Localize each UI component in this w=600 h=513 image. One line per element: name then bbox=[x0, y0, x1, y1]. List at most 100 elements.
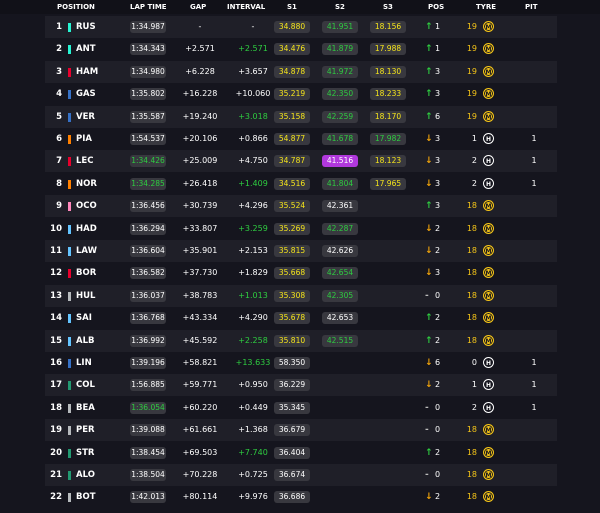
header-tyre[interactable]: TYRE bbox=[476, 3, 496, 11]
driver-code[interactable]: HAD bbox=[76, 218, 97, 240]
tyre-age: 18 bbox=[466, 447, 477, 457]
driver-code[interactable]: BEA bbox=[76, 397, 95, 419]
position-number: 9 bbox=[56, 201, 62, 212]
header-lap-time[interactable]: LAP TIME bbox=[130, 3, 167, 11]
table-row[interactable]: 11 LAW 1:36.604 +35.901 +2.153 35.815 42.626 ↓ 2… bbox=[45, 240, 557, 262]
table-row[interactable]: 3 HAM 1:34.980 +6.228 +3.657 34.878 41.972 18.1… bbox=[45, 60, 557, 83]
tyre-compound-icon: M bbox=[483, 245, 494, 256]
sector-time: 35.308 bbox=[274, 289, 310, 302]
position-change: 3 bbox=[435, 268, 441, 278]
gap-value: +30.739 bbox=[182, 201, 218, 211]
lap-time: 1:34.980 bbox=[130, 65, 166, 78]
driver-code[interactable]: COL bbox=[76, 374, 95, 396]
interval-value: +2.571 bbox=[238, 44, 268, 54]
sector-time: 42.350 bbox=[322, 88, 358, 101]
driver-code[interactable]: LAW bbox=[76, 240, 97, 262]
table-row[interactable]: 5 VER 1:35.587 +19.240 +3.018 35.158 42.259 18.… bbox=[45, 105, 557, 128]
table-row[interactable]: 19 PER 1:39.088 +61.661 +1.368 36.679 -0 18 M bbox=[45, 419, 557, 442]
driver-code[interactable]: BOT bbox=[76, 486, 96, 508]
header-interval[interactable]: INTERVAL bbox=[227, 3, 265, 11]
driver-code[interactable]: RUS bbox=[76, 16, 96, 38]
interval-value: +4.290 bbox=[238, 313, 268, 323]
header-s3[interactable]: S3 bbox=[383, 3, 393, 11]
table-row[interactable]: 15 ALB 1:36.992 +45.592 +2.258 35.810 42.515 ↑ 2… bbox=[45, 329, 557, 352]
sector-time: 18.156 bbox=[370, 21, 406, 33]
table-row[interactable]: 18 BEA 1:36.054 +60.220 +0.449 35.345 -0 2 H 1 bbox=[45, 396, 557, 419]
tyre-age: 18 bbox=[466, 201, 477, 211]
sector-time: 17.965 bbox=[370, 177, 406, 190]
table-row[interactable]: 1 RUS 1:34.987- -34.880 41.951 18.156 ↑ 1 19 M bbox=[45, 16, 557, 38]
driver-code[interactable]: HUL bbox=[76, 285, 95, 307]
sector-time: 54.877 bbox=[274, 133, 310, 145]
gap-value: +19.240 bbox=[182, 111, 218, 121]
sector-time: 35.810 bbox=[274, 334, 310, 347]
position-change: 2 bbox=[435, 246, 441, 255]
tyre-age: 2 bbox=[471, 402, 477, 412]
table-row[interactable]: 7 LEC 1:34.426 +25.009 +4.750 34.787 41.516 18.… bbox=[45, 150, 557, 173]
position-number: 19 bbox=[50, 425, 62, 436]
driver-code[interactable]: PER bbox=[76, 419, 95, 441]
table-row[interactable]: 22 BOT 1:42.013 +80.114 +9.976 36.686 ↓ 2 18 M bbox=[45, 486, 557, 509]
sector-time: 41.678 bbox=[322, 133, 358, 145]
table-row[interactable]: 17 COL 1:56.885 +59.771 +0.950 36.229 ↓ 2 1 H 1 bbox=[45, 374, 557, 397]
table-row[interactable]: 6 PIA 1:54.537 +20.106 +0.866 54.877 41.678 17.… bbox=[45, 128, 557, 150]
table-row[interactable]: 20 STR 1:38.454 +69.503 +7.740 36.404 ↑ 2 18 M bbox=[45, 441, 557, 464]
table-row[interactable]: 8 NOR 1:34.285 +26.418 +1.409 34.516 41.804 17.… bbox=[45, 172, 557, 195]
team-color-bar bbox=[68, 23, 71, 32]
table-row[interactable]: 14 SAI 1:36.768 +43.334 +4.290 35.678 42.653 ↑ 2… bbox=[45, 307, 557, 330]
lap-time: 1:34.343 bbox=[130, 43, 166, 56]
driver-code[interactable]: SAI bbox=[76, 307, 92, 329]
sector-time: 35.524 bbox=[274, 200, 310, 213]
position-change: 2 bbox=[435, 223, 441, 233]
driver-code[interactable]: ALO bbox=[76, 464, 95, 486]
interval-value: +10.060 bbox=[235, 89, 271, 99]
driver-code[interactable]: HAM bbox=[76, 61, 98, 83]
lap-time: 1:36.037 bbox=[130, 289, 166, 302]
driver-code[interactable]: LEC bbox=[76, 150, 93, 172]
interval-value: +2.258 bbox=[238, 335, 268, 345]
position-change: 0 bbox=[435, 470, 441, 479]
interval-value: +3.018 bbox=[238, 111, 268, 121]
sector-time: 42.287 bbox=[322, 222, 358, 235]
interval-value: +2.153 bbox=[238, 246, 268, 255]
header-s1[interactable]: S1 bbox=[287, 3, 297, 11]
driver-code[interactable]: BOR bbox=[76, 262, 96, 284]
driver-code[interactable]: OCO bbox=[76, 195, 97, 217]
driver-code[interactable]: LIN bbox=[76, 352, 92, 374]
position-number: 21 bbox=[50, 470, 62, 480]
driver-code[interactable]: VER bbox=[76, 106, 95, 128]
pit-count bbox=[529, 442, 539, 464]
header-pit[interactable]: PIT bbox=[525, 3, 538, 11]
driver-code[interactable]: ALB bbox=[76, 330, 94, 352]
arrow-down-icon: ↓ bbox=[425, 134, 433, 144]
sector-time: 58.350 bbox=[274, 357, 310, 369]
driver-code[interactable]: NOR bbox=[76, 173, 97, 195]
tyre-compound-icon: H bbox=[483, 133, 494, 144]
sector-time: 42.305 bbox=[322, 289, 358, 302]
tyre-age: 18 bbox=[466, 268, 477, 278]
tyre-compound-icon: M bbox=[483, 267, 494, 279]
driver-code[interactable]: STR bbox=[76, 442, 94, 464]
table-row[interactable]: 13 HUL 1:36.037 +38.783 +1.013 35.308 42.305 -0… bbox=[45, 284, 557, 307]
driver-code[interactable]: GAS bbox=[76, 83, 96, 105]
gap-value: +26.418 bbox=[182, 178, 218, 188]
header-position[interactable]: POSITION bbox=[57, 3, 95, 11]
table-row[interactable]: 21 ALO 1:38.504 +70.228 +0.725 36.674 -0 18 M bbox=[45, 464, 557, 486]
header-s2[interactable]: S2 bbox=[335, 3, 345, 11]
table-row[interactable]: 16 LIN 1:39.196 +58.821 +13.633 58.350 ↓ 6 0 H 1 bbox=[45, 352, 557, 374]
table-row[interactable]: 4 GAS 1:35.802 +16.228 +10.060 35.219 42.350 18… bbox=[45, 83, 557, 106]
table-row[interactable]: 12 BOR 1:36.582 +37.730 +1.829 35.668 42.654 ↓ 3… bbox=[45, 262, 557, 285]
arrow-down-icon: ↓ bbox=[425, 223, 433, 234]
table-row[interactable]: 10 HAD 1:36.294 +33.807 +3.259 35.269 42.287 ↓ 2… bbox=[45, 217, 557, 240]
interval-value: +1.409 bbox=[238, 178, 268, 188]
header-pos[interactable]: POS bbox=[428, 3, 444, 11]
tyre-age: 18 bbox=[466, 313, 477, 323]
header-gap[interactable]: GAP bbox=[190, 3, 206, 11]
table-row[interactable]: 9 OCO 1:36.456 +30.739 +4.296 35.524 42.361 ↑ 3 1… bbox=[45, 195, 557, 218]
sector-time: 34.476 bbox=[274, 43, 310, 56]
driver-code[interactable]: ANT bbox=[76, 38, 96, 60]
lap-time: 1:34.426 bbox=[130, 155, 166, 168]
sector-time: 36.404 bbox=[274, 446, 310, 459]
table-row[interactable]: 2 ANT 1:34.343 +2.571 +2.571 34.476 41.879 17.9… bbox=[45, 38, 557, 61]
driver-code[interactable]: PIA bbox=[76, 128, 92, 150]
